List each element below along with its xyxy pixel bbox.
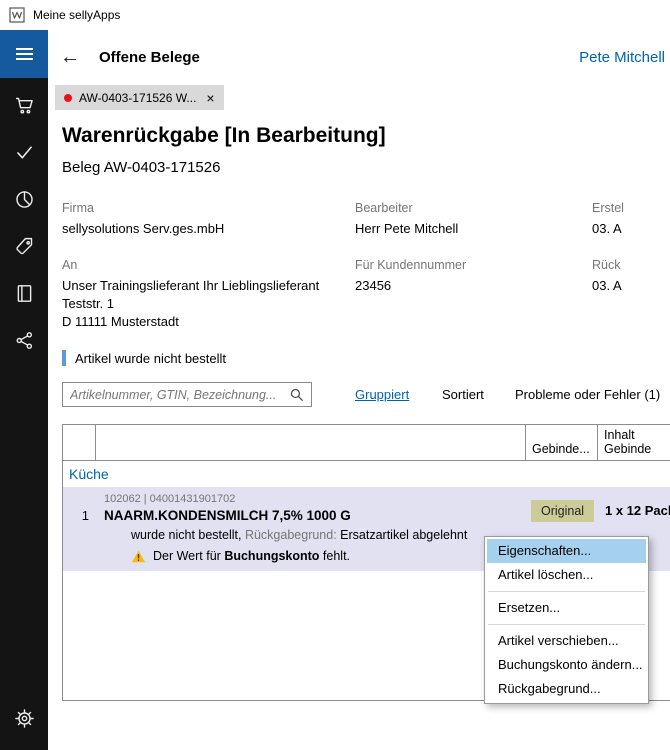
tab-open-document[interactable]: AW-0403-171526 W... × [55, 85, 224, 110]
search-input[interactable] [63, 388, 284, 402]
sidebar-item-catalog[interactable] [0, 270, 48, 317]
titlebar: Meine sellyApps [0, 0, 670, 30]
tab-close-icon[interactable]: × [206, 90, 214, 106]
app-icon [9, 7, 25, 23]
cart-icon [14, 95, 35, 116]
row-index: 1 [63, 493, 96, 523]
field-label: An [62, 258, 355, 272]
warning-icon [131, 550, 146, 563]
gebinde-badge: Original [531, 500, 594, 522]
field-firma: Firma sellysolutions Serv.ges.mbH [62, 201, 355, 238]
user-link[interactable]: Pete Mitchell [579, 49, 665, 66]
article-cell: 102062 | 04001431901702 NAARM.KONDENSMIL… [96, 493, 526, 523]
column-header-gebinde: Gebinde... [526, 425, 598, 460]
menu-item-eigenschaften[interactable]: Eigenschaften... [487, 539, 646, 563]
info-note: Artikel wurde nicht bestellt [62, 350, 226, 366]
price-tag-icon [14, 236, 35, 257]
view-tab-gruppiert[interactable]: Gruppiert [355, 382, 409, 407]
search-button[interactable] [284, 383, 311, 406]
view-tab-probleme[interactable]: Probleme oder Fehler (1) [515, 382, 660, 407]
sidebar-item-statistics[interactable] [0, 176, 48, 223]
menu-item-artikel-loeschen[interactable]: Artikel löschen... [487, 563, 646, 587]
search-icon [289, 387, 304, 402]
field-value: Unser Trainingslieferant Ihr Lieblingsli… [62, 277, 355, 331]
sidebar-item-cart[interactable] [0, 82, 48, 129]
column-header-index [63, 425, 96, 460]
menu-separator [488, 591, 645, 592]
field-value: 03. A [592, 277, 670, 295]
field-value: Herr Pete Mitchell [355, 220, 592, 238]
field-bearbeiter: Bearbeiter Herr Pete Mitchell [355, 201, 592, 238]
field-kundennummer: Für Kundennummer 23456 [355, 258, 592, 331]
field-value: 03. A [592, 220, 670, 238]
sidebar-item-prices[interactable] [0, 223, 48, 270]
sidebar-item-share[interactable] [0, 317, 48, 364]
back-button[interactable]: ← [60, 46, 92, 69]
menu-item-artikel-verschieben[interactable]: Artikel verschieben... [487, 629, 646, 653]
page-title: Offene Belege [99, 49, 200, 66]
article-name: NAARM.KONDENSMILCH 7,5% 1000 G [104, 508, 526, 523]
column-header-inhalt-gebinde: Inhalt Gebinde [598, 425, 670, 460]
pie-chart-icon [14, 189, 35, 210]
catalog-icon [14, 283, 35, 304]
group-header-kueche[interactable]: Küche [63, 461, 670, 487]
gebinde-cell: Original [526, 493, 598, 523]
article-codes: 102062 | 04001431901702 [104, 493, 526, 505]
sidebar-item-tasks[interactable] [0, 129, 48, 176]
note-text: Artikel wurde nicht bestellt [75, 351, 226, 366]
app-title: Meine sellyApps [33, 8, 120, 22]
fields-row-2: An Unser Trainingslieferant Ihr Liebling… [62, 258, 670, 331]
menu-separator [488, 624, 645, 625]
hamburger-icon [16, 48, 33, 50]
checkmark-icon [14, 142, 35, 163]
filter-row: Gruppiert Sortiert Probleme oder Fehler … [62, 382, 670, 407]
menu-button[interactable] [0, 30, 48, 78]
field-value: sellysolutions Serv.ges.mbH [62, 220, 355, 238]
column-header-article [96, 425, 526, 460]
view-tab-sortiert[interactable]: Sortiert [442, 382, 484, 407]
table-row[interactable]: 1 102062 | 04001431901702 NAARM.KONDENSM… [63, 487, 670, 523]
table-header: Gebinde... Inhalt Gebinde [63, 425, 670, 461]
page-header: ← Offene Belege Pete Mitchell [48, 30, 670, 84]
field-label: Für Kundennummer [355, 258, 592, 272]
document-subtitle: Beleg AW-0403-171526 [62, 159, 220, 176]
field-rueckgabe: Rück 03. A [592, 258, 670, 331]
menu-item-rueckgabegrund[interactable]: Rückgabegrund... [487, 677, 646, 701]
inhalt-cell: 1 x 12 Pack [598, 493, 670, 523]
gear-icon [14, 708, 35, 729]
tab-strip: AW-0403-171526 W... × [48, 84, 670, 110]
field-label: Erstel [592, 201, 670, 215]
app-window: Meine sellyApps [0, 0, 670, 750]
field-erstellt: Erstel 03. A [592, 201, 670, 238]
field-label: Rück [592, 258, 670, 272]
unsaved-dot-icon [64, 94, 72, 102]
field-value: 23456 [355, 277, 592, 295]
field-an: An Unser Trainingslieferant Ihr Liebling… [62, 258, 355, 331]
search-box [62, 382, 312, 407]
document-title: Warenrückgabe [In Bearbeitung] [62, 124, 386, 148]
menu-item-ersetzen[interactable]: Ersetzen... [487, 596, 646, 620]
field-label: Bearbeiter [355, 201, 592, 215]
share-icon [14, 330, 35, 351]
field-label: Firma [62, 201, 355, 215]
context-menu: Eigenschaften... Artikel löschen... Erse… [484, 536, 649, 704]
settings-button[interactable] [0, 695, 48, 742]
tab-label: AW-0403-171526 W... [79, 91, 196, 105]
menu-item-buchungskonto-aendern[interactable]: Buchungskonto ändern... [487, 653, 646, 677]
note-accent-bar [62, 350, 66, 366]
fields-row-1: Firma sellysolutions Serv.ges.mbH Bearbe… [62, 201, 670, 238]
sidebar [0, 30, 48, 750]
